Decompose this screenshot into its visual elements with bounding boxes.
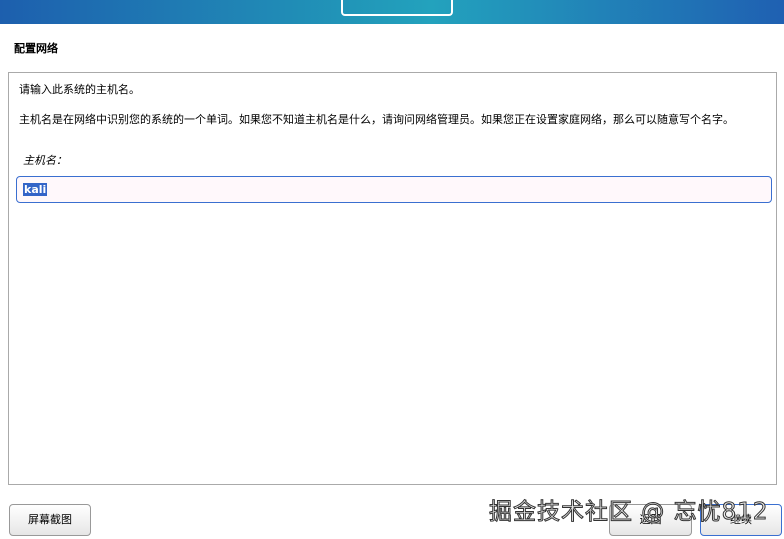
back-button[interactable]: 返回 [609, 504, 692, 536]
screenshot-button[interactable]: 屏幕截图 [9, 504, 91, 536]
hostname-label: 主机名： [23, 154, 67, 167]
continue-button[interactable]: 继续 [700, 504, 782, 536]
kali-logo: KALI [341, 0, 453, 16]
content-panel: 请输入此系统的主机名。 主机名是在网络中识别您的系统的一个单词。如果您不知道主机… [8, 72, 777, 485]
prompt-text: 请输入此系统的主机名。 [19, 83, 140, 96]
header-banner: KALI [0, 0, 784, 24]
description-text: 主机名是在网络中识别您的系统的一个单词。如果您不知道主机名是什么，请询问网络管理… [19, 113, 734, 126]
page-title: 配置网络 [14, 42, 58, 55]
hostname-value: kali [23, 183, 48, 196]
hostname-input[interactable]: kali [16, 176, 772, 203]
